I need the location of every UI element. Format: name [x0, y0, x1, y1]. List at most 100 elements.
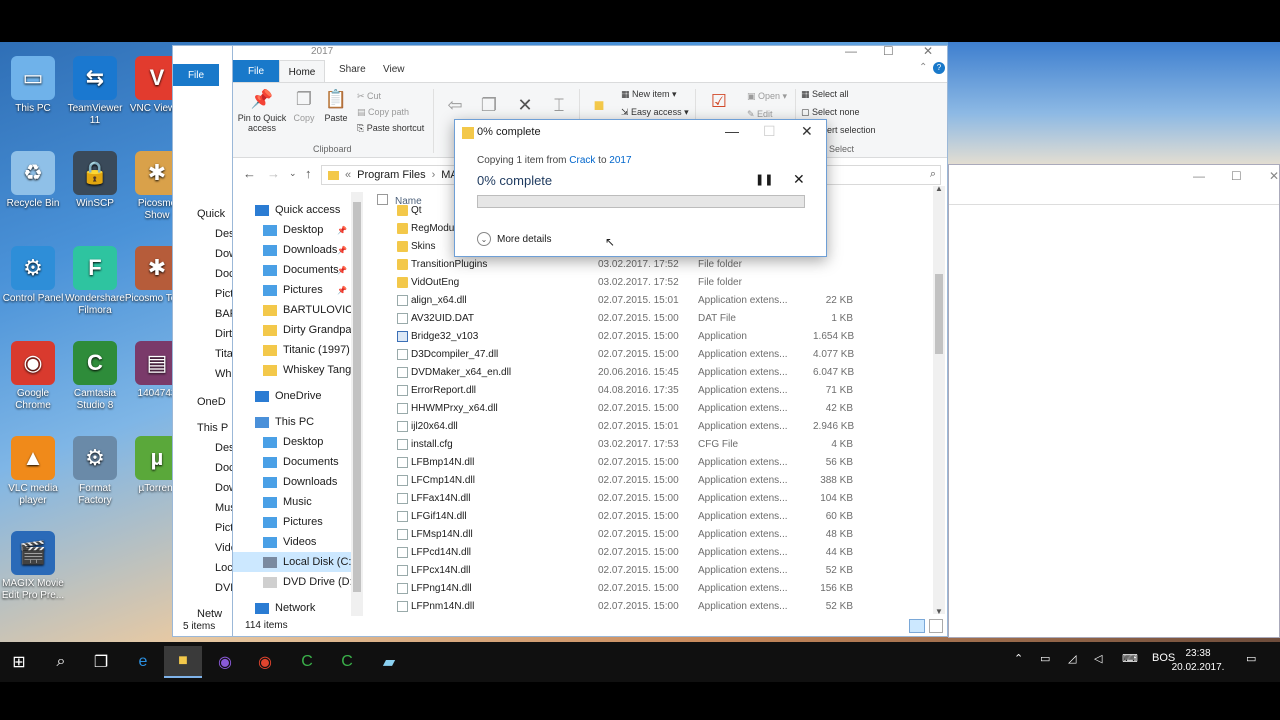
keyboard-icon[interactable]: ⌨: [1122, 652, 1138, 665]
nav-item[interactable]: Whiskey Tango F: [233, 360, 361, 380]
nav-item[interactable]: Downloads 📌: [233, 240, 361, 260]
paste-button[interactable]: 📋 Paste: [321, 87, 351, 123]
explorer-app-button[interactable]: ■: [164, 646, 202, 678]
back-arrow-icon[interactable]: ←: [243, 166, 256, 181]
nav-item[interactable]: Titanic (1997): [233, 340, 361, 360]
nav-item[interactable]: Network: [233, 598, 361, 618]
file-row[interactable]: TransitionPlugins 03.02.2017. 17:52 File f…: [373, 256, 929, 274]
nav-item[interactable]: This PC: [233, 412, 361, 432]
file-row[interactable]: install.cfg 03.02.2017. 17:53 CFG File 4 KB: [373, 436, 929, 454]
pin-quick-access-button[interactable]: 📌 Pin to Quick access: [235, 87, 289, 133]
search-input[interactable]: ⌕: [825, 165, 941, 185]
desktop-icon[interactable]: ⚙ Control Panel: [0, 246, 66, 305]
file-list-scrollbar-thumb[interactable]: [935, 274, 943, 354]
nav-item[interactable]: Netw: [197, 608, 222, 620]
file-row[interactable]: LFPng14N.dll 02.07.2015. 15:00 Application…: [373, 580, 929, 598]
nav-scrollbar[interactable]: [351, 192, 363, 624]
nav-item[interactable]: Pictures 📌: [233, 280, 361, 300]
pause-button[interactable]: ❚❚: [755, 173, 773, 186]
right-window[interactable]: — ☐ ✕: [948, 164, 1280, 638]
copy-button[interactable]: ❐ Copy: [289, 87, 319, 123]
file-row[interactable]: VidOutEng 03.02.2017. 17:52 File folder: [373, 274, 929, 292]
file-row[interactable]: LFPcx14N.dll 02.07.2015. 15:00 Application…: [373, 562, 929, 580]
close-button[interactable]: ✕: [801, 123, 813, 140]
nav-item[interactable]: Quick access: [233, 200, 361, 220]
desktop-icon[interactable]: F Wondershare Filmora: [62, 246, 128, 317]
nav-item[interactable]: Desktop 📌: [233, 220, 361, 240]
rename-button[interactable]: ⌶: [545, 93, 573, 119]
file-row[interactable]: D3Dcompiler_47.dll 02.07.2015. 15:00 Appli…: [373, 346, 929, 364]
desktop-icon[interactable]: 🎬 MAGIX Movie Edit Pro Pre...: [0, 531, 66, 602]
file-row[interactable]: LFBmp14N.dll 02.07.2015. 15:00 Application…: [373, 454, 929, 472]
volume-icon[interactable]: ◁: [1094, 652, 1102, 665]
battery-icon[interactable]: ▭: [1040, 652, 1050, 665]
file-row[interactable]: align_x64.dll 02.07.2015. 15:01 Applicatio…: [373, 292, 929, 310]
nav-item[interactable]: Music: [233, 492, 361, 512]
clock[interactable]: 23:38 20.02.2017.: [1168, 647, 1228, 675]
file-row[interactable]: ErrorReport.dll 04.08.2016. 17:35 Applicat…: [373, 382, 929, 400]
file-row[interactable]: Bridge32_v103 02.07.2015. 15:00 Applicatio…: [373, 328, 929, 346]
details-view-icon[interactable]: [909, 619, 925, 633]
desktop-icon[interactable]: ▭ This PC: [0, 56, 66, 115]
copy-path-button[interactable]: ▤ Copy path: [357, 107, 409, 118]
tab-share[interactable]: Share: [339, 64, 366, 75]
minimize-button[interactable]: —: [1193, 169, 1205, 183]
new-folder-button[interactable]: ■: [585, 93, 613, 119]
open-button[interactable]: ▣ Open ▾: [747, 91, 787, 102]
navigation-pane[interactable]: Quick access Desktop 📌 Downloads 📌 Documents 📌…: [233, 192, 363, 624]
cut-button[interactable]: ✂ Cut: [357, 91, 381, 102]
file-row[interactable]: LFMsp14N.dll 02.07.2015. 15:00 Application…: [373, 526, 929, 544]
copy-progress-dialog[interactable]: 0% complete — ☐ ✕ Copying 1 item from Cr…: [454, 119, 827, 257]
destination-link[interactable]: 2017: [609, 155, 631, 166]
nav-item[interactable]: Downloads: [233, 472, 361, 492]
collapse-ribbon-icon[interactable]: ⌃: [919, 62, 927, 73]
help-icon[interactable]: ?: [933, 62, 945, 74]
select-all-button[interactable]: ▦ Select all: [801, 89, 849, 100]
large-icons-view-icon[interactable]: [929, 619, 943, 633]
nav-item[interactable]: Documents 📌: [233, 260, 361, 280]
nav-item[interactable]: Documents: [233, 452, 361, 472]
file-row[interactable]: DVDMaker_x64_en.dll 20.06.2016. 15:45 Appl…: [373, 364, 929, 382]
nav-scrollbar-thumb[interactable]: [353, 202, 361, 592]
file-list-scrollbar[interactable]: ▲ ▼: [933, 184, 945, 616]
file-row[interactable]: AV32UID.DAT 02.07.2015. 15:00 DAT File 1 KB: [373, 310, 929, 328]
nav-item[interactable]: OneDrive: [233, 386, 361, 406]
close-button[interactable]: ✕: [1269, 169, 1279, 183]
nav-item[interactable]: DVD Drive (D:) C: [233, 572, 361, 592]
properties-button[interactable]: ☑: [705, 89, 733, 115]
breadcrumb-program-files[interactable]: Program Files: [357, 169, 425, 181]
network-icon[interactable]: ◿: [1068, 652, 1076, 665]
desktop-icon[interactable]: ♻ Recycle Bin: [0, 151, 66, 210]
nav-item[interactable]: Dirty Grandpa (2: [233, 320, 361, 340]
nav-item[interactable]: OneD: [197, 396, 226, 408]
nav-item[interactable]: This P: [197, 422, 228, 434]
scroll-down-icon[interactable]: ▼: [935, 607, 943, 616]
tab-home[interactable]: Home: [279, 60, 325, 84]
move-to-button[interactable]: ⇦: [441, 93, 469, 119]
desktop-icon[interactable]: 🔒 WinSCP: [62, 151, 128, 210]
desktop-icon[interactable]: C Camtasia Studio 8: [62, 341, 128, 412]
maximize-button[interactable]: ☐: [883, 44, 894, 58]
minimize-button[interactable]: —: [725, 123, 739, 139]
select-none-button[interactable]: ▢ Select none: [801, 107, 860, 118]
show-hidden-icons[interactable]: ⌃: [1014, 652, 1023, 665]
recent-dropdown-icon[interactable]: ⌄: [289, 168, 297, 179]
maximize-button[interactable]: ☐: [1231, 169, 1242, 183]
file-row[interactable]: LFGif14N.dll 02.07.2015. 15:00 Application…: [373, 508, 929, 526]
invert-selection-button[interactable]: ert selection: [827, 125, 876, 135]
file-row[interactable]: LFPcd14N.dll 02.07.2015. 15:00 Application…: [373, 544, 929, 562]
nav-item[interactable]: BARTULOVIC DO: [233, 300, 361, 320]
minimize-button[interactable]: —: [845, 44, 857, 58]
nav-item[interactable]: Tita: [215, 348, 233, 360]
file-row[interactable]: LFFax14N.dll 02.07.2015. 15:00 Application…: [373, 490, 929, 508]
new-item-button[interactable]: ▦ New item ▾: [621, 89, 677, 100]
camtasia-recorder-app-button[interactable]: C: [328, 646, 366, 678]
close-button[interactable]: ✕: [923, 44, 933, 58]
forward-arrow-icon[interactable]: →: [267, 166, 280, 181]
camtasia-app-button[interactable]: C: [288, 646, 326, 678]
copy-to-button[interactable]: ❐: [475, 93, 503, 119]
app-button[interactable]: ▰: [370, 646, 408, 678]
source-link[interactable]: Crack: [569, 155, 595, 166]
desktop-icon[interactable]: ▲ VLC media player: [0, 436, 66, 507]
paste-shortcut-button[interactable]: ⎘ Paste shortcut: [357, 123, 424, 134]
